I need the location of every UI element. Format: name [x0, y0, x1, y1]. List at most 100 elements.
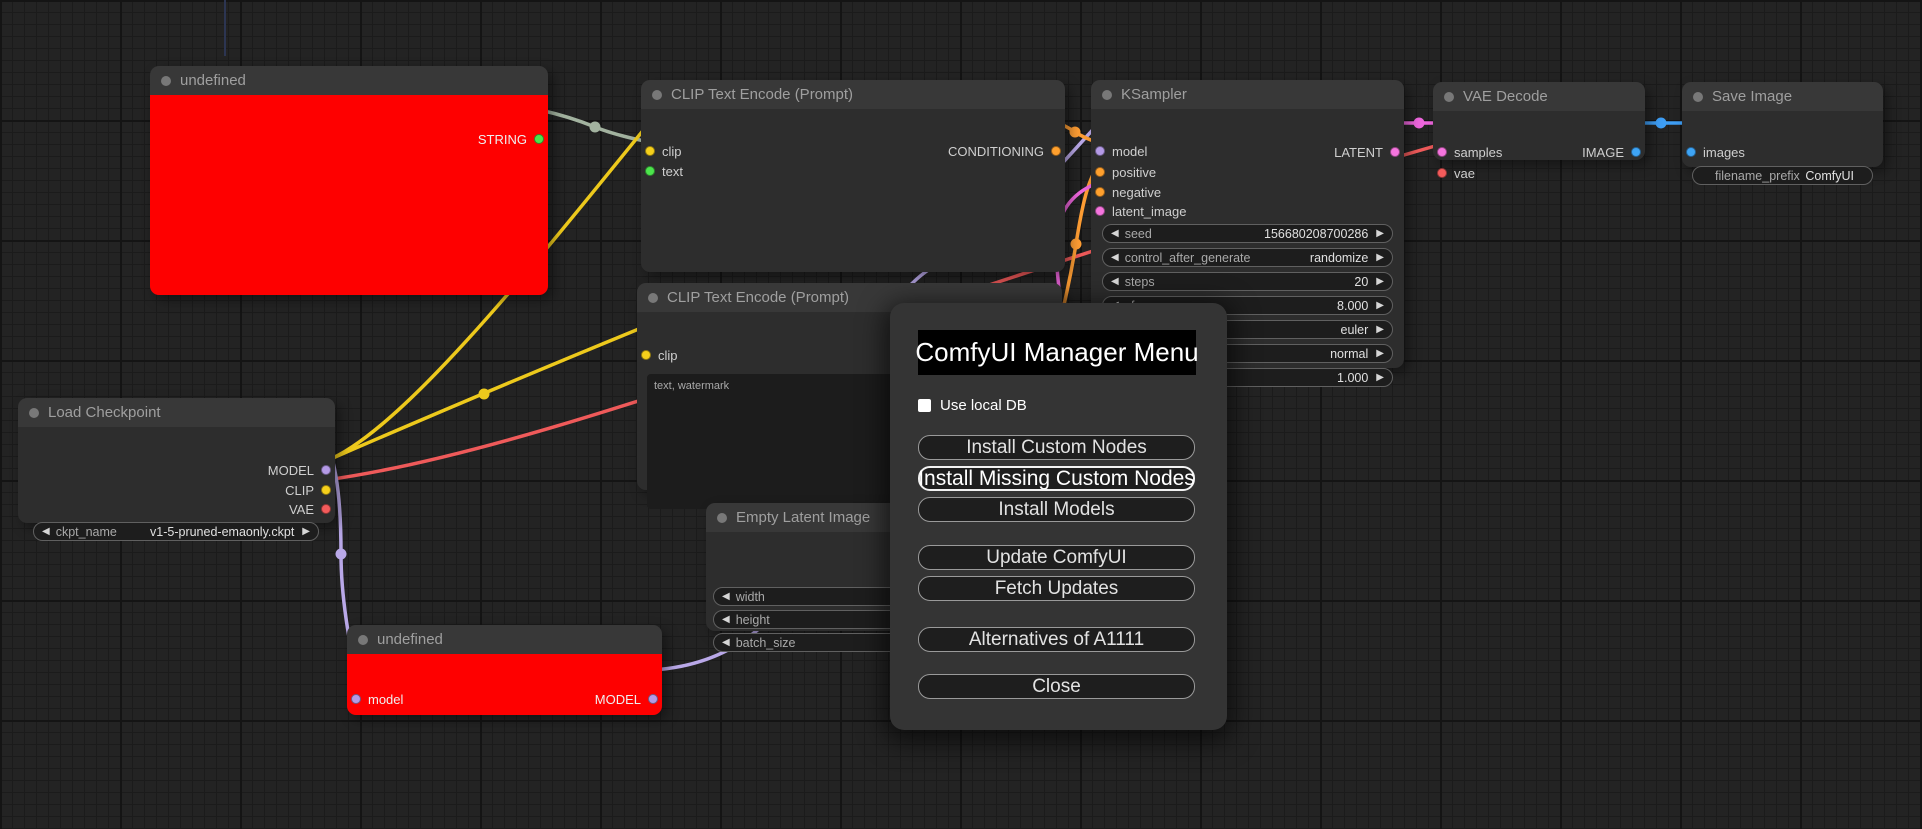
input-port-clip[interactable]: clip [645, 141, 682, 161]
node-load-checkpoint[interactable]: Load Checkpoint MODEL CLIP VAE ◀ ckpt_na… [18, 398, 335, 541]
fetch-updates-button[interactable]: Fetch Updates [918, 576, 1195, 601]
input-port-images[interactable]: images [1686, 142, 1745, 162]
decrement-arrow-icon[interactable]: ◀ [42, 526, 50, 537]
widget-seed[interactable]: ◀ seed 156680208700286 ▶ [1102, 224, 1393, 243]
widget-value: 1.000 [1337, 370, 1369, 385]
node-graph-canvas[interactable]: { "dialog": { "title": "ComfyUI Manager … [0, 0, 1922, 829]
port-dot-icon[interactable] [1095, 146, 1105, 156]
node-title-bar[interactable]: Save Image [1682, 82, 1883, 111]
input-port-clip[interactable]: clip [641, 345, 678, 365]
port-dot-icon[interactable] [351, 694, 361, 704]
increment-arrow-icon[interactable]: ▶ [1376, 252, 1384, 263]
output-port-vae[interactable]: VAE [289, 499, 331, 519]
reroute-dot-image[interactable] [1655, 117, 1667, 129]
widget-steps[interactable]: ◀ steps 20 ▶ [1102, 272, 1393, 291]
collapse-dot-icon[interactable] [1444, 91, 1454, 102]
widget-control-after-generate[interactable]: ◀ control_after_generate randomize ▶ [1102, 248, 1393, 267]
increment-arrow-icon[interactable]: ▶ [1376, 348, 1384, 359]
port-dot-icon[interactable] [321, 485, 331, 495]
output-port-string[interactable]: STRING [478, 129, 544, 149]
reroute-dot-negative[interactable] [1070, 238, 1082, 250]
port-label: LATENT [1334, 144, 1383, 160]
input-port-text[interactable]: text [645, 161, 683, 181]
node-vae-decode[interactable]: VAE Decode samples vae IMAGE [1433, 82, 1645, 181]
node-clip-text-encode-1[interactable]: CLIP Text Encode (Prompt) clip text COND… [641, 80, 1065, 272]
input-port-positive[interactable]: positive [1095, 162, 1156, 182]
node-title-bar[interactable]: undefined [150, 66, 548, 95]
output-port-model[interactable]: MODEL [595, 689, 658, 709]
reroute-dot-model[interactable] [335, 548, 347, 560]
output-port-image[interactable]: IMAGE [1582, 142, 1641, 162]
port-dot-icon[interactable] [641, 350, 651, 360]
port-dot-icon[interactable] [1390, 147, 1400, 157]
use-local-db-checkbox[interactable] [918, 399, 931, 412]
port-dot-icon[interactable] [321, 504, 331, 514]
input-port-model[interactable]: model [1095, 141, 1147, 161]
collapse-dot-icon[interactable] [161, 75, 171, 86]
node-title-bar[interactable]: KSampler [1091, 80, 1404, 109]
output-port-model[interactable]: MODEL [268, 460, 331, 480]
close-button[interactable]: Close [918, 674, 1195, 699]
node-undefined-1[interactable]: undefined STRING [150, 66, 548, 295]
output-port-latent[interactable]: LATENT [1334, 142, 1400, 162]
decrement-arrow-icon[interactable]: ◀ [1111, 276, 1119, 287]
port-dot-icon[interactable] [645, 166, 655, 176]
collapse-dot-icon[interactable] [29, 407, 39, 418]
port-dot-icon[interactable] [648, 694, 658, 704]
increment-arrow-icon[interactable]: ▶ [1376, 228, 1384, 239]
node-title-bar[interactable]: VAE Decode [1433, 82, 1645, 111]
port-dot-icon[interactable] [1095, 167, 1105, 177]
decrement-arrow-icon[interactable]: ◀ [722, 637, 730, 648]
input-port-latent-image[interactable]: latent_image [1095, 201, 1186, 221]
widget-filename-prefix[interactable]: filename_prefix ComfyUI [1692, 166, 1873, 185]
widget-value: 156680208700286 [1264, 226, 1369, 241]
install-custom-nodes-button[interactable]: Install Custom Nodes [918, 435, 1195, 460]
input-port-samples[interactable]: samples [1437, 142, 1502, 162]
input-port-model[interactable]: model [351, 689, 403, 709]
increment-arrow-icon[interactable]: ▶ [1376, 324, 1384, 335]
port-dot-icon[interactable] [534, 134, 544, 144]
collapse-dot-icon[interactable] [1102, 89, 1112, 100]
reroute-dot-string[interactable] [589, 121, 601, 133]
install-missing-custom-nodes-button[interactable]: Install Missing Custom Nodes [918, 466, 1195, 491]
collapse-dot-icon[interactable] [358, 634, 368, 645]
increment-arrow-icon[interactable]: ▶ [1376, 276, 1384, 287]
alternatives-of-a1111-button[interactable]: Alternatives of A1111 [918, 627, 1195, 652]
node-save-image[interactable]: Save Image images filename_prefix ComfyU… [1682, 82, 1883, 185]
node-title-bar[interactable]: CLIP Text Encode (Prompt) [641, 80, 1065, 109]
collapse-dot-icon[interactable] [717, 512, 727, 523]
collapse-dot-icon[interactable] [652, 89, 662, 100]
increment-arrow-icon[interactable]: ▶ [302, 526, 310, 537]
increment-arrow-icon[interactable]: ▶ [1376, 300, 1384, 311]
port-dot-icon[interactable] [1437, 147, 1447, 157]
widget-ckpt-name[interactable]: ◀ ckpt_name v1-5-pruned-emaonly.ckpt ▶ [33, 522, 319, 541]
collapse-dot-icon[interactable] [648, 292, 658, 303]
decrement-arrow-icon[interactable]: ◀ [722, 614, 730, 625]
port-dot-icon[interactable] [1631, 147, 1641, 157]
reroute-dot-positive[interactable] [1069, 126, 1081, 138]
collapse-dot-icon[interactable] [1693, 91, 1703, 102]
input-port-negative[interactable]: negative [1095, 182, 1161, 202]
port-dot-icon[interactable] [1095, 206, 1105, 216]
output-port-conditioning[interactable]: CONDITIONING [948, 141, 1061, 161]
port-dot-icon[interactable] [1051, 146, 1061, 156]
node-title-bar[interactable]: Load Checkpoint [18, 398, 335, 427]
node-title-bar[interactable]: undefined [347, 625, 662, 654]
use-local-db-row[interactable]: Use local DB [918, 397, 1027, 414]
port-dot-icon[interactable] [1437, 168, 1447, 178]
port-dot-icon[interactable] [1095, 187, 1105, 197]
update-comfyui-button[interactable]: Update ComfyUI [918, 545, 1195, 570]
increment-arrow-icon[interactable]: ▶ [1376, 372, 1384, 383]
port-dot-icon[interactable] [321, 465, 331, 475]
reroute-dot-clip[interactable] [478, 388, 490, 400]
port-dot-icon[interactable] [1686, 147, 1696, 157]
decrement-arrow-icon[interactable]: ◀ [1111, 252, 1119, 263]
output-port-clip[interactable]: CLIP [285, 480, 331, 500]
input-port-vae[interactable]: vae [1437, 163, 1475, 183]
install-models-button[interactable]: Install Models [918, 497, 1195, 522]
decrement-arrow-icon[interactable]: ◀ [722, 591, 730, 602]
port-dot-icon[interactable] [645, 146, 655, 156]
node-undefined-2[interactable]: undefined model MODEL [347, 625, 662, 715]
reroute-dot-latent[interactable] [1413, 117, 1425, 129]
decrement-arrow-icon[interactable]: ◀ [1111, 228, 1119, 239]
